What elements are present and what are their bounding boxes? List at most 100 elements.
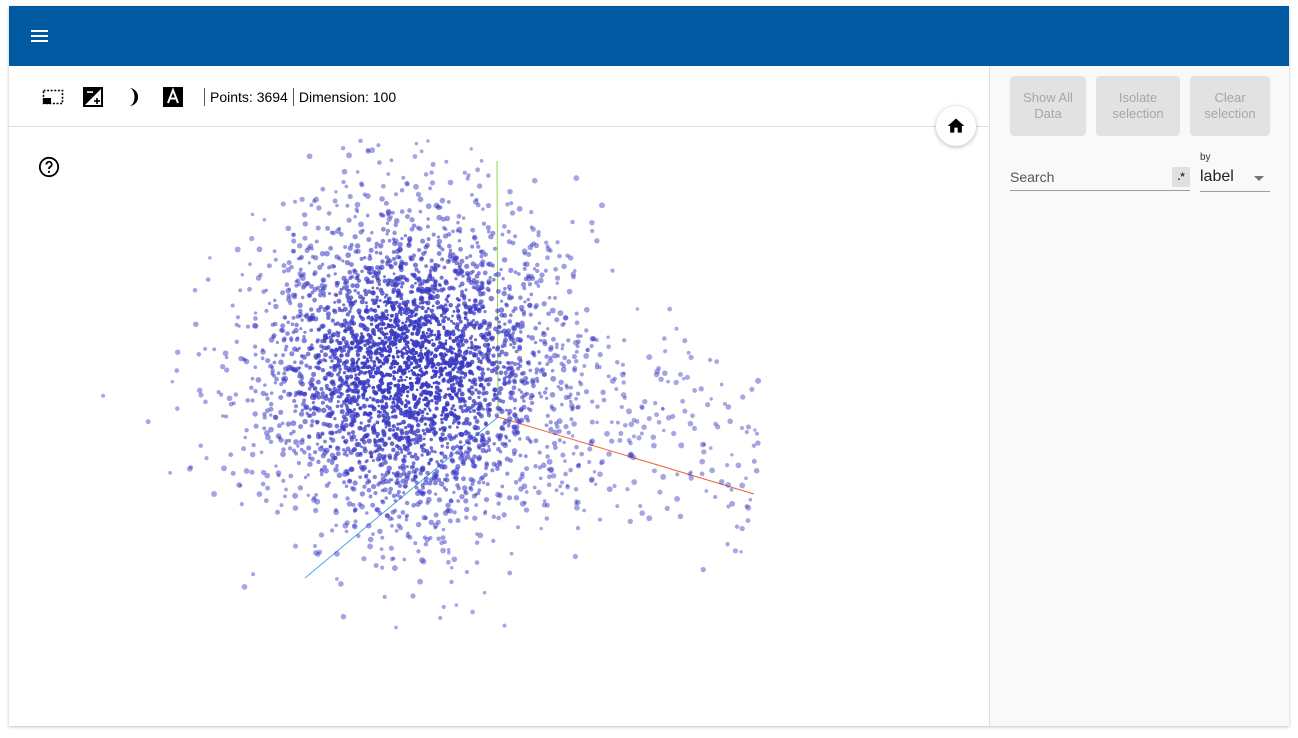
data-point bbox=[437, 388, 441, 392]
data-point bbox=[391, 493, 397, 499]
data-point bbox=[464, 288, 468, 292]
data-point bbox=[458, 368, 462, 371]
data-point bbox=[253, 365, 258, 370]
data-point bbox=[450, 445, 456, 451]
data-point bbox=[745, 504, 752, 511]
data-point bbox=[335, 203, 339, 208]
data-point bbox=[620, 362, 625, 367]
regex-toggle[interactable]: .* bbox=[1172, 167, 1190, 187]
data-point bbox=[387, 348, 393, 354]
data-point bbox=[667, 306, 673, 312]
data-point bbox=[573, 487, 579, 492]
data-point bbox=[348, 449, 354, 455]
data-point bbox=[408, 318, 413, 323]
data-point bbox=[526, 302, 533, 309]
data-point bbox=[528, 368, 533, 373]
data-point bbox=[349, 328, 355, 334]
moon-icon[interactable] bbox=[121, 85, 145, 109]
data-point bbox=[280, 451, 286, 458]
data-point bbox=[243, 435, 247, 440]
data-point bbox=[516, 205, 523, 212]
data-point bbox=[416, 379, 421, 384]
data-point bbox=[487, 288, 491, 293]
data-point bbox=[280, 201, 286, 207]
data-point bbox=[563, 424, 569, 430]
data-point bbox=[422, 431, 427, 436]
data-point bbox=[573, 175, 580, 182]
data-point bbox=[545, 396, 549, 400]
data-point bbox=[347, 245, 353, 251]
data-point bbox=[464, 263, 470, 269]
night-mode-icon[interactable] bbox=[81, 85, 105, 109]
data-point bbox=[380, 390, 384, 394]
data-point bbox=[306, 153, 313, 160]
search-by-select[interactable]: label bbox=[1200, 166, 1270, 192]
data-point bbox=[342, 480, 347, 485]
data-point bbox=[359, 491, 366, 497]
data-point bbox=[532, 485, 537, 490]
data-point bbox=[441, 604, 446, 610]
isolate-selection-button[interactable]: Isolate selection bbox=[1096, 76, 1180, 136]
data-point bbox=[508, 287, 512, 292]
data-point bbox=[342, 522, 349, 529]
data-point bbox=[380, 554, 386, 560]
data-point bbox=[323, 339, 327, 344]
data-point bbox=[294, 322, 299, 328]
menu-icon[interactable] bbox=[29, 25, 51, 47]
data-point bbox=[479, 285, 485, 291]
data-point bbox=[329, 380, 334, 385]
data-point bbox=[298, 267, 303, 272]
data-point bbox=[426, 237, 431, 242]
data-point bbox=[281, 337, 287, 343]
data-point bbox=[661, 370, 668, 377]
data-point bbox=[392, 376, 397, 381]
data-point bbox=[658, 376, 664, 383]
x-axis-line bbox=[497, 416, 755, 495]
data-point bbox=[379, 337, 382, 340]
data-point bbox=[480, 371, 486, 377]
data-point bbox=[753, 468, 760, 474]
data-point bbox=[358, 370, 364, 375]
data-point bbox=[558, 484, 563, 489]
data-point bbox=[458, 440, 463, 444]
data-point bbox=[357, 425, 363, 431]
data-point bbox=[276, 423, 282, 429]
select-region-icon[interactable] bbox=[41, 85, 65, 109]
data-point bbox=[641, 424, 647, 430]
data-point bbox=[272, 321, 278, 327]
data-point bbox=[339, 353, 344, 358]
data-point bbox=[323, 439, 327, 444]
label-toggle-icon[interactable] bbox=[161, 85, 185, 109]
data-point bbox=[739, 550, 743, 554]
data-point bbox=[265, 396, 270, 401]
data-point bbox=[719, 382, 724, 387]
data-point bbox=[294, 279, 298, 284]
show-all-data-button[interactable]: Show All Data bbox=[1010, 76, 1086, 136]
data-point bbox=[404, 378, 407, 382]
data-point bbox=[291, 330, 296, 335]
clear-selection-button[interactable]: Clear selection bbox=[1190, 76, 1270, 136]
data-point bbox=[216, 389, 221, 395]
data-point bbox=[450, 565, 454, 570]
data-point bbox=[395, 346, 398, 349]
search-input[interactable] bbox=[1010, 167, 1170, 187]
data-point bbox=[434, 469, 440, 474]
data-point bbox=[263, 383, 267, 387]
data-point bbox=[499, 408, 505, 415]
data-point bbox=[404, 349, 408, 352]
data-point bbox=[355, 361, 359, 365]
data-point bbox=[382, 300, 386, 304]
data-point bbox=[751, 458, 757, 464]
scatter-plot[interactable] bbox=[9, 127, 989, 726]
data-point bbox=[511, 385, 517, 391]
data-point bbox=[521, 309, 527, 315]
data-point bbox=[335, 280, 341, 286]
data-point bbox=[380, 259, 385, 264]
data-point bbox=[571, 354, 577, 360]
data-point bbox=[550, 406, 554, 410]
data-point bbox=[594, 238, 600, 244]
data-point bbox=[235, 315, 240, 320]
data-point bbox=[425, 427, 430, 432]
data-point bbox=[483, 421, 488, 426]
data-point bbox=[374, 245, 378, 249]
